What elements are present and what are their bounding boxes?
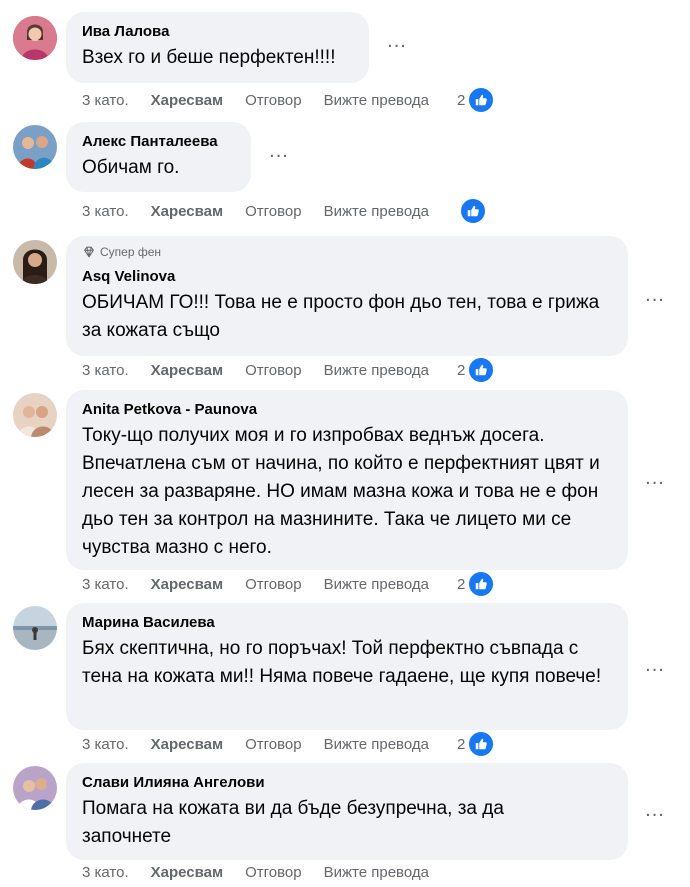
reply-button[interactable]: Отговор: [245, 92, 302, 109]
more-options-button[interactable]: ...: [640, 799, 670, 822]
more-options-button[interactable]: ...: [264, 140, 294, 163]
comment-bubble: Anita Petkova - Paunova Току-що получих …: [66, 390, 628, 570]
diamond-icon: [84, 246, 94, 258]
comment-author[interactable]: Алекс Панталеева: [82, 132, 237, 152]
reaction-count: 2: [456, 575, 466, 593]
like-button[interactable]: Харесвам: [151, 864, 223, 881]
comment-author[interactable]: Слави Илияна Ангелови: [82, 773, 614, 793]
comment-text: Току-що получих моя и го изпробвах веднъ…: [82, 425, 600, 558]
see-translation-link[interactable]: Вижте превода: [324, 736, 429, 753]
thumbs-up-icon: [467, 356, 496, 384]
comment-author[interactable]: Anita Petkova - Paunova: [82, 400, 614, 420]
like-button[interactable]: Харесвам: [151, 92, 223, 109]
more-options-button[interactable]: ...: [640, 654, 670, 677]
comment-text: Помага на кожата ви да бъде безупречна, …: [82, 798, 504, 847]
like-button[interactable]: Харесвам: [151, 203, 223, 220]
avatar[interactable]: [13, 606, 57, 650]
comment-timestamp[interactable]: 3 като.: [82, 736, 129, 753]
comment-timestamp[interactable]: 3 като.: [82, 864, 129, 881]
reaction-summary[interactable]: 2: [456, 356, 496, 384]
comment-text: ОБИЧАМ ГО!!! Това не е просто фон дьо те…: [82, 292, 600, 341]
reply-button[interactable]: Отговор: [245, 864, 302, 881]
reply-button[interactable]: Отговор: [245, 362, 302, 379]
more-options-button[interactable]: ...: [382, 30, 412, 53]
comment-bubble: Марина Василева Бях скептична, но го пор…: [66, 603, 628, 730]
comment-timestamp[interactable]: 3 като.: [82, 362, 129, 379]
reply-button[interactable]: Отговор: [245, 736, 302, 753]
comment-actions: 3 като. Харесвам Отговор Вижте превода 2: [82, 86, 496, 114]
comment-actions: 3 като. Харесвам Отговор Вижте превода 2: [82, 730, 496, 758]
avatar[interactable]: [13, 766, 57, 810]
comment-timestamp[interactable]: 3 като.: [82, 203, 129, 220]
reaction-count: 2: [456, 91, 466, 109]
comment-author[interactable]: Asq Velinova: [82, 267, 614, 287]
more-options-button[interactable]: ...: [640, 284, 670, 307]
comment-bubble: Супер фен Asq Velinova ОБИЧАМ ГО!!! Това…: [66, 236, 628, 356]
comment-bubble: Слави Илияна Ангелови Помага на кожата в…: [66, 763, 628, 860]
avatar[interactable]: [13, 125, 57, 169]
comment-bubble: Алекс Панталеева Обичам го.: [66, 122, 251, 192]
avatar[interactable]: [13, 393, 57, 437]
reaction-summary[interactable]: [457, 197, 487, 225]
see-translation-link[interactable]: Вижте превода: [324, 576, 429, 593]
see-translation-link[interactable]: Вижте превода: [324, 203, 429, 220]
comment-actions: 3 като. Харесвам Отговор Вижте превода 2: [82, 356, 496, 384]
like-button[interactable]: Харесвам: [151, 576, 223, 593]
see-translation-link[interactable]: Вижте превода: [324, 864, 429, 881]
thumbs-up-icon: [467, 570, 496, 598]
avatar[interactable]: [13, 16, 57, 60]
see-translation-link[interactable]: Вижте превода: [324, 92, 429, 109]
comment-actions: 3 като. Харесвам Отговор Вижте превода 2: [82, 570, 496, 598]
reply-button[interactable]: Отговор: [245, 576, 302, 593]
thumbs-up-icon: [467, 730, 496, 758]
comment-text: Обичам го.: [82, 157, 180, 178]
reaction-summary[interactable]: 2: [456, 730, 496, 758]
comment-text: Взех го и беше перфектен!!!!: [82, 47, 336, 68]
more-options-button[interactable]: ...: [640, 467, 670, 490]
thumbs-up-icon: [458, 197, 487, 225]
comment-timestamp[interactable]: 3 като.: [82, 92, 129, 109]
comment-author[interactable]: Марина Василева: [82, 613, 614, 633]
comment-bubble: Ива Лалова Взех го и беше перфектен!!!!: [66, 12, 369, 83]
reaction-summary[interactable]: 2: [456, 86, 496, 114]
comment-author[interactable]: Ива Лалова: [82, 22, 355, 42]
reaction-summary[interactable]: 2: [456, 570, 496, 598]
reply-button[interactable]: Отговор: [245, 203, 302, 220]
like-button[interactable]: Харесвам: [151, 736, 223, 753]
reaction-count: 2: [456, 361, 466, 379]
super-fan-badge: Супер фен: [82, 244, 614, 260]
reaction-count: 2: [456, 735, 466, 753]
comment-actions: 3 като. Харесвам Отговор Вижте превода: [82, 197, 487, 225]
comment-text: Бях скептична, но го поръчах! Той перфек…: [82, 638, 602, 687]
like-button[interactable]: Харесвам: [151, 362, 223, 379]
see-translation-link[interactable]: Вижте превода: [324, 362, 429, 379]
comment-timestamp[interactable]: 3 като.: [82, 576, 129, 593]
comment-actions: 3 като. Харесвам Отговор Вижте превода: [82, 861, 457, 883]
badge-label: Супер фен: [100, 245, 162, 259]
thumbs-up-icon: [467, 86, 496, 114]
avatar[interactable]: [13, 240, 57, 284]
